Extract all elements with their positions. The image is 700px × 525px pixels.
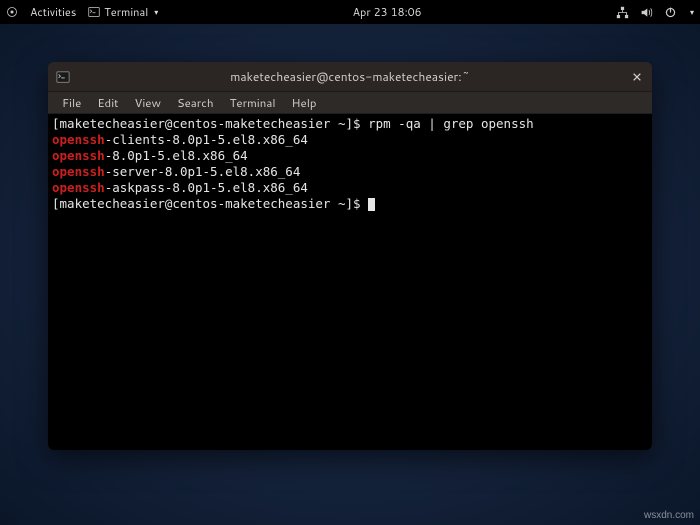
menu-search[interactable]: Search [169,92,222,113]
terminal-line: [maketecheasier@centos-maketecheasier ~]… [52,196,648,212]
terminal-line: [maketecheasier@centos-maketecheasier ~]… [52,116,648,132]
terminal-line: openssh-8.0p1-5.el8.x86_64 [52,148,648,164]
clock[interactable]: Apr 23 18:06 [158,4,616,20]
window-title: maketecheasier@centos-maketecheasier:~ [48,68,652,85]
menu-terminal[interactable]: Terminal [222,92,284,113]
volume-icon[interactable] [640,5,654,19]
cursor [368,198,375,211]
menu-edit[interactable]: Edit [89,92,126,113]
terminal-content[interactable]: [maketecheasier@centos-maketecheasier ~]… [48,114,652,450]
power-icon[interactable] [664,5,678,19]
watermark: wsxdn.com [644,510,694,521]
window-titlebar[interactable]: maketecheasier@centos-maketecheasier:~ [48,62,652,92]
menu-help[interactable]: Help [284,92,325,113]
terminal-icon [88,6,100,18]
activities-button[interactable]: Activities [30,4,76,20]
menu-file[interactable]: File [54,92,89,113]
terminal-line: openssh-askpass-8.0p1-5.el8.x86_64 [52,180,648,196]
terminal-line: openssh-clients-8.0p1-5.el8.x86_64 [52,132,648,148]
menubar: File Edit View Search Terminal Help [48,92,652,114]
close-button[interactable] [628,68,646,86]
terminal-window: maketecheasier@centos-maketecheasier:~ F… [48,62,652,450]
gnome-topbar: Activities Terminal ▾ Apr 23 18:06 ▾ [0,0,700,24]
terminal-icon [56,70,70,84]
terminal-line: openssh-server-8.0p1-5.el8.x86_64 [52,164,648,180]
network-icon[interactable] [616,5,630,19]
chevron-down-icon[interactable]: ▾ [690,6,694,18]
active-app-name: Terminal [104,4,148,20]
activities-icon [6,6,18,18]
menu-view[interactable]: View [126,92,168,113]
active-app-indicator[interactable]: Terminal ▾ [88,4,158,20]
